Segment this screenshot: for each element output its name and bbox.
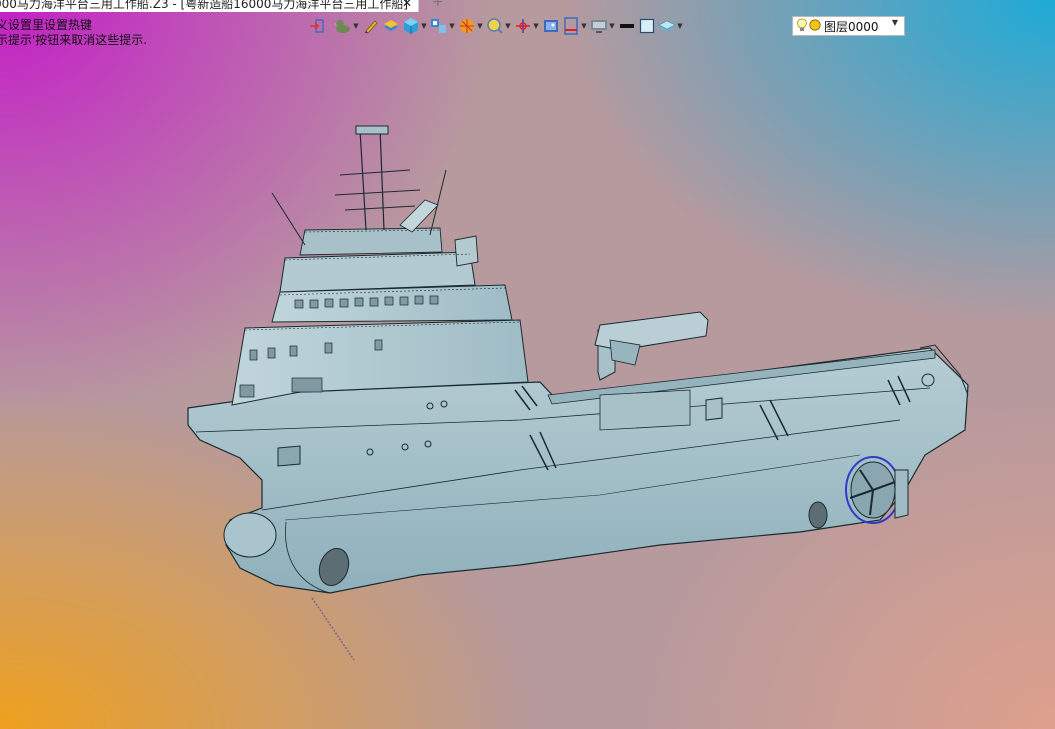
image-icon [542,17,560,35]
render-button[interactable]: ▼ [458,16,484,36]
layers-icon [382,17,400,35]
monitor-icon [590,17,608,35]
zoom-icon [486,17,504,35]
new-tab-button[interactable]: + [432,0,444,10]
layer-dropdown[interactable]: 图层0000 ▼ [792,16,905,36]
views-icon [430,17,448,35]
hint-line-2: 示提示'按钮来取消这些提示. [0,33,148,47]
hint-line-1: 义设置里设置热键 [0,18,93,32]
chevron-down-icon[interactable]: ▼ [504,17,512,35]
document-tab-title: 000马力海洋平台三用工作船.Z3 - [粤新造船16000马力海洋平台三用工作… [0,0,409,11]
cube-icon [402,17,420,35]
view-toolbar: ▼ ▼ ▼ ▼ ▼ ▼ ▼ ▼ ▼ [308,15,686,37]
layer-color-dot-icon[interactable] [809,18,821,34]
hint-text: 义设置里设置热键 示提示'按钮来取消这些提示. [0,18,147,48]
plane-button[interactable]: ▼ [658,16,684,36]
chevron-down-icon[interactable]: ▼ [420,17,428,35]
line-weight-icon [618,17,636,35]
sphere-icon [458,17,476,35]
chevron-down-icon[interactable]: ▼ [448,17,456,35]
document-tab[interactable]: 000马力海洋平台三用工作船.Z3 - [粤新造船16000马力海洋平台三用工作… [0,0,419,12]
axis-button[interactable]: ▼ [514,16,540,36]
chevron-down-icon[interactable]: ▼ [532,17,540,35]
exit-icon [308,17,326,35]
lightbulb-icon[interactable] [796,18,808,35]
section-button[interactable]: ▼ [562,16,588,36]
color-swatch-icon [638,17,656,35]
duck-button[interactable]: ▼ [334,16,360,36]
exit-button[interactable] [308,16,326,36]
axis-icon [514,17,532,35]
image-button[interactable] [542,16,560,36]
chevron-down-icon[interactable]: ▼ [892,18,898,27]
layers-button[interactable] [382,16,400,36]
display-button[interactable]: ▼ [590,16,616,36]
close-icon[interactable]: ✕ [402,0,412,10]
color-swatch-button[interactable] [638,16,656,36]
chevron-down-icon[interactable]: ▼ [608,17,616,35]
zoom-button[interactable]: ▼ [486,16,512,36]
duck-icon [334,17,352,35]
layer-name: 图层0000 [824,19,879,34]
pen-button[interactable] [362,16,380,36]
section-icon [562,17,580,35]
plane-icon [658,17,676,35]
chevron-down-icon[interactable]: ▼ [676,17,684,35]
viewport-3d[interactable]: 000马力海洋平台三用工作船.Z3 - [粤新造船16000马力海洋平台三用工作… [0,0,1055,729]
views-button[interactable]: ▼ [430,16,456,36]
line-weight-button[interactable] [618,16,636,36]
chevron-down-icon[interactable]: ▼ [476,17,484,35]
pen-icon [362,17,380,35]
chevron-down-icon[interactable]: ▼ [580,17,588,35]
tab-strip: 000马力海洋平台三用工作船.Z3 - [粤新造船16000马力海洋平台三用工作… [0,0,1055,12]
chevron-down-icon[interactable]: ▼ [352,17,360,35]
ship-model[interactable] [0,0,1055,729]
cube-button[interactable]: ▼ [402,16,428,36]
